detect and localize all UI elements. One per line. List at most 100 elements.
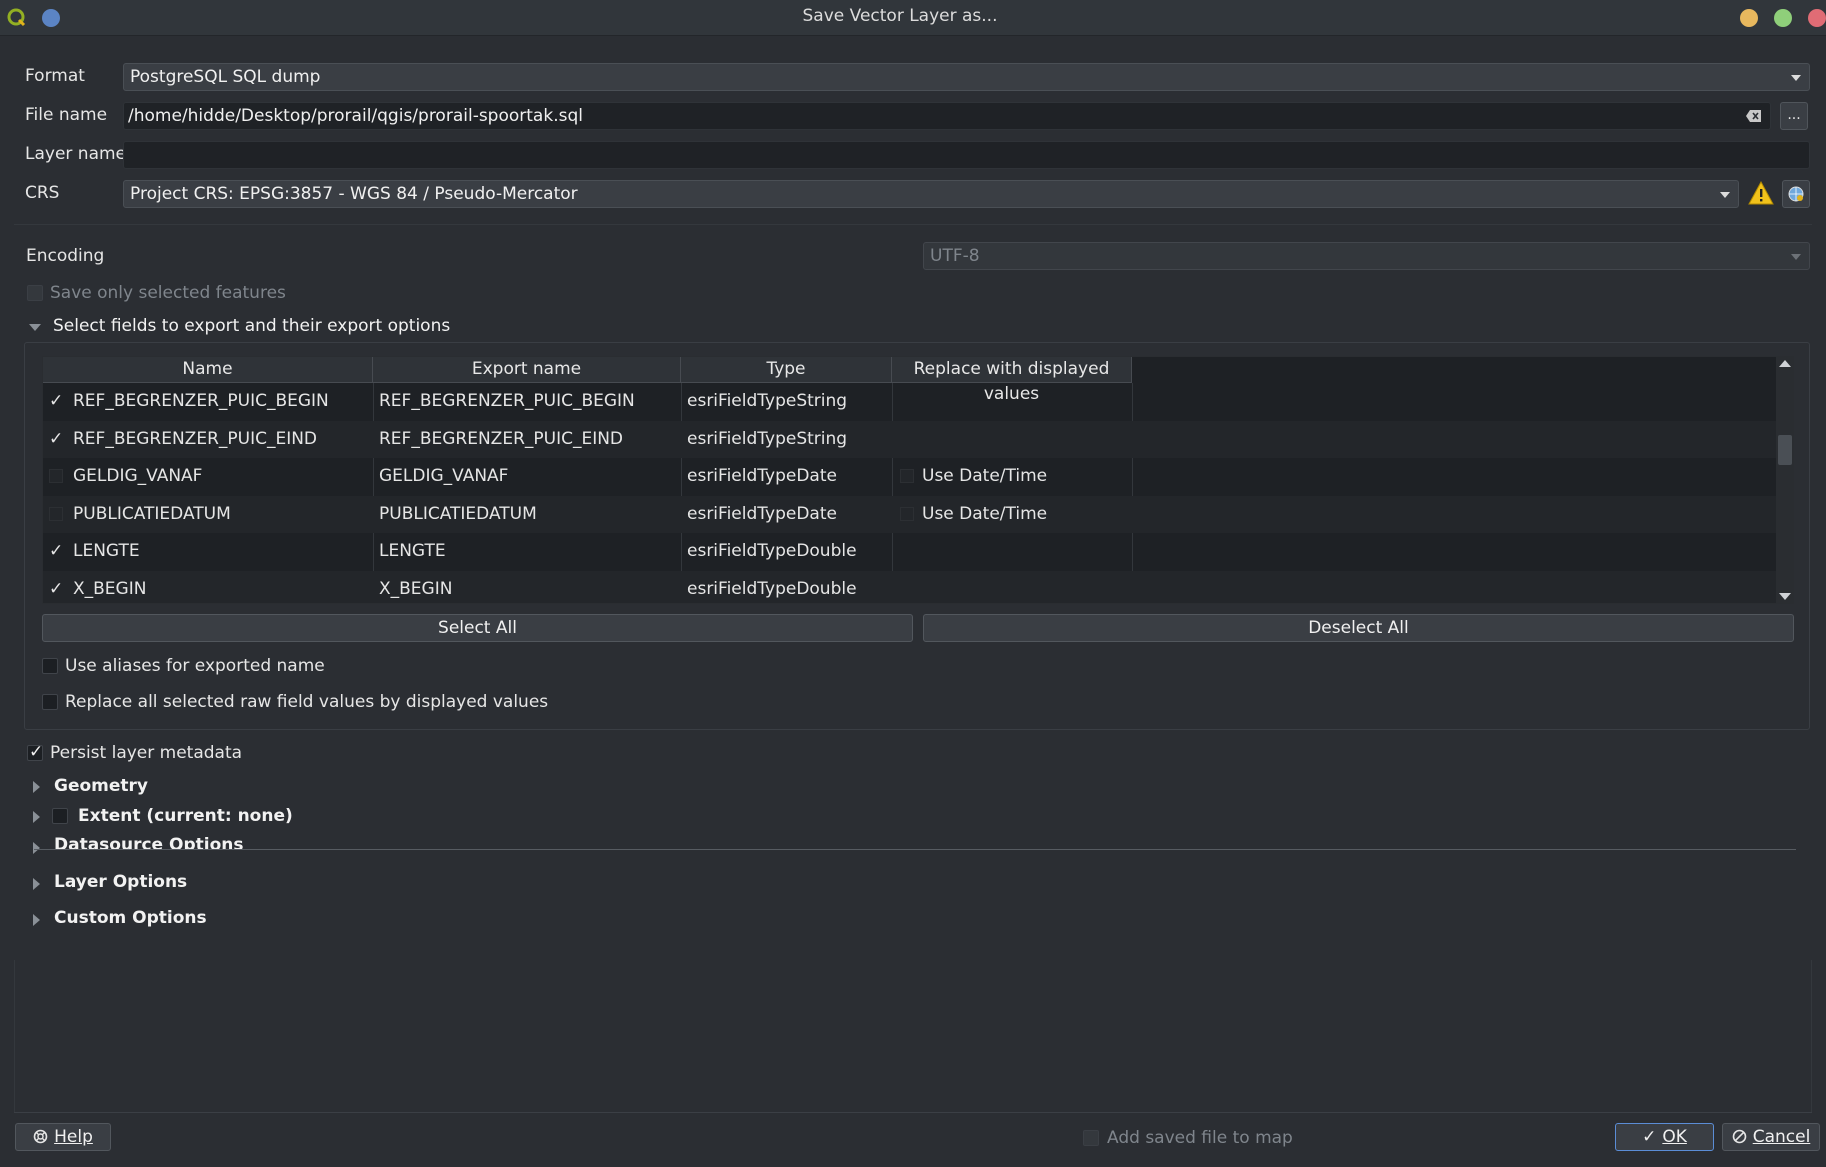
custom-options-section-title[interactable]: Custom Options xyxy=(54,908,207,928)
close-button[interactable] xyxy=(1808,9,1826,27)
field-export-checkbox[interactable]: ✓ xyxy=(43,421,67,458)
clear-icon[interactable] xyxy=(1745,108,1763,122)
expand-arrow-icon[interactable] xyxy=(33,914,40,926)
replace-displayed-cell[interactable] xyxy=(892,533,1132,570)
replace-displayed-cell[interactable] xyxy=(892,571,1132,604)
title-bar: Save Vector Layer as... xyxy=(0,0,1826,36)
chevron-down-icon xyxy=(1720,192,1730,198)
ok-button[interactable]: ✓ OK xyxy=(1615,1123,1714,1151)
deselect-all-button[interactable]: Deselect All xyxy=(923,614,1794,642)
scrollbar-handle[interactable] xyxy=(1778,435,1792,465)
export-name-cell[interactable]: REF_BEGRENZER_PUIC_BEGIN xyxy=(373,383,681,420)
field-export-checkbox[interactable]: ✓ xyxy=(43,571,67,604)
field-type-cell: esriFieldTypeDate xyxy=(687,466,837,486)
divider-line xyxy=(34,849,1796,850)
field-name-cell: PUBLICATIEDATUM xyxy=(73,503,231,524)
crs-label: CRS xyxy=(25,183,60,203)
scroll-down-icon[interactable] xyxy=(1779,593,1791,600)
ok-label: OK xyxy=(1662,1127,1687,1147)
expand-arrow-icon[interactable] xyxy=(33,781,40,793)
table-row[interactable]: PUBLICATIEDATUM PUBLICATIEDATUM esriFieldT… xyxy=(43,495,1778,533)
table-scrollbar[interactable] xyxy=(1776,357,1794,603)
field-type-cell: esriFieldTypeDouble xyxy=(687,541,857,561)
fields-section-title[interactable]: Select fields to export and their export… xyxy=(53,316,450,336)
maximize-button[interactable] xyxy=(1774,9,1792,27)
format-combo[interactable]: PostgreSQL SQL dump xyxy=(123,63,1810,91)
chevron-down-icon xyxy=(1791,75,1801,81)
save-selected-checkbox[interactable] xyxy=(27,285,43,301)
encoding-label: Encoding xyxy=(26,246,105,266)
field-export-checkbox[interactable] xyxy=(43,458,67,495)
field-name-cell: X_BEGIN xyxy=(73,578,147,599)
export-name-cell[interactable]: PUBLICATIEDATUM xyxy=(373,496,681,533)
replace-label: Use Date/Time xyxy=(922,466,1048,486)
expand-arrow-icon[interactable] xyxy=(33,842,40,854)
layername-input[interactable] xyxy=(123,141,1810,169)
column-header-export-name[interactable]: Export name xyxy=(373,357,681,383)
window-title: Save Vector Layer as... xyxy=(802,6,998,26)
filename-input[interactable]: /home/hidde/Desktop/prorail/qgis/prorail… xyxy=(123,102,1771,130)
scroll-area-bottom xyxy=(14,960,1812,1113)
export-name-cell[interactable]: REF_BEGRENZER_PUIC_EIND xyxy=(373,421,681,458)
separator xyxy=(14,224,1812,225)
replace-all-checkbox[interactable] xyxy=(42,694,58,710)
replace-checkbox[interactable] xyxy=(900,506,914,521)
extent-section-title[interactable]: Extent (current: none) xyxy=(78,806,293,826)
field-type-cell: esriFieldTypeDate xyxy=(687,503,837,524)
field-name-cell: REF_BEGRENZER_PUIC_BEGIN xyxy=(73,391,329,411)
use-aliases-checkbox[interactable] xyxy=(42,658,58,674)
field-export-checkbox[interactable]: ✓ xyxy=(43,533,67,570)
help-button[interactable]: Help xyxy=(15,1123,111,1151)
layer-options-section-title[interactable]: Layer Options xyxy=(54,872,187,892)
collapse-arrow-icon[interactable] xyxy=(29,324,41,331)
table-row[interactable]: ✓ REF_BEGRENZER_PUIC_BEGIN REF_BEGRENZER_P… xyxy=(43,383,1778,420)
encoding-value: UTF-8 xyxy=(930,246,980,266)
field-name-cell: LENGTE xyxy=(73,541,140,561)
replace-displayed-cell[interactable] xyxy=(892,421,1132,458)
table-row[interactable]: ✓ REF_BEGRENZER_PUIC_EIND REF_BEGRENZER_PU… xyxy=(43,420,1778,458)
export-name-cell[interactable]: GELDIG_VANAF xyxy=(373,458,681,495)
table-row[interactable]: ✓ LENGTE LENGTE esriFieldTypeDouble xyxy=(43,533,1778,570)
expand-arrow-icon[interactable] xyxy=(33,811,40,823)
column-header-type[interactable]: Type xyxy=(681,357,892,383)
field-type-cell: esriFieldTypeString xyxy=(687,391,848,411)
export-name-cell[interactable]: X_BEGIN xyxy=(373,571,681,604)
crs-selector-button[interactable] xyxy=(1782,180,1810,208)
filename-value: /home/hidde/Desktop/prorail/qgis/prorail… xyxy=(128,106,583,126)
add-to-map-checkbox[interactable] xyxy=(1083,1130,1099,1146)
cancel-icon xyxy=(1732,1124,1747,1150)
persist-metadata-checkbox[interactable] xyxy=(27,742,43,762)
column-header-replace[interactable]: Replace with displayed values xyxy=(892,357,1132,404)
field-export-checkbox[interactable] xyxy=(43,496,67,533)
browse-button[interactable]: ... xyxy=(1780,102,1808,130)
extent-checkbox[interactable] xyxy=(52,808,68,824)
minimize-button[interactable] xyxy=(1740,9,1758,27)
replace-displayed-cell[interactable]: Use Date/Time xyxy=(892,458,1132,495)
footer-separator xyxy=(14,1112,1812,1113)
persist-metadata-label: Persist layer metadata xyxy=(50,743,243,763)
table-row[interactable]: ✓ X_BEGIN X_BEGIN esriFieldTypeDouble xyxy=(43,570,1778,604)
datasource-section-title[interactable]: Datasource Options xyxy=(54,835,243,849)
table-row[interactable]: GELDIG_VANAF GELDIG_VANAF esriFieldTypeDat… xyxy=(43,458,1778,495)
geometry-section-title[interactable]: Geometry xyxy=(54,776,148,796)
export-name-cell[interactable]: LENGTE xyxy=(373,533,681,570)
field-export-checkbox[interactable]: ✓ xyxy=(43,383,67,420)
scroll-up-icon[interactable] xyxy=(1779,360,1791,367)
help-label: Help xyxy=(54,1127,93,1147)
field-name-cell: GELDIG_VANAF xyxy=(73,466,203,486)
cancel-button[interactable]: Cancel xyxy=(1722,1123,1820,1151)
select-all-button[interactable]: Select All xyxy=(42,614,913,642)
chevron-down-icon xyxy=(1791,254,1801,260)
crs-value: Project CRS: EPSG:3857 - WGS 84 / Pseudo… xyxy=(130,184,578,204)
encoding-combo[interactable]: UTF-8 xyxy=(923,242,1810,270)
fields-table: Name Export name Type Replace with displ… xyxy=(42,356,1794,604)
crs-combo[interactable]: Project CRS: EPSG:3857 - WGS 84 / Pseudo… xyxy=(123,180,1739,208)
replace-displayed-cell[interactable]: Use Date/Time xyxy=(892,496,1132,533)
replace-checkbox[interactable] xyxy=(900,469,914,483)
expand-arrow-icon[interactable] xyxy=(33,878,40,890)
field-name-cell: REF_BEGRENZER_PUIC_EIND xyxy=(73,428,318,449)
replace-displayed-cell[interactable] xyxy=(892,383,1132,420)
column-header-name[interactable]: Name xyxy=(43,357,373,383)
filename-label: File name xyxy=(25,105,108,125)
layername-label: Layer name xyxy=(25,144,127,164)
